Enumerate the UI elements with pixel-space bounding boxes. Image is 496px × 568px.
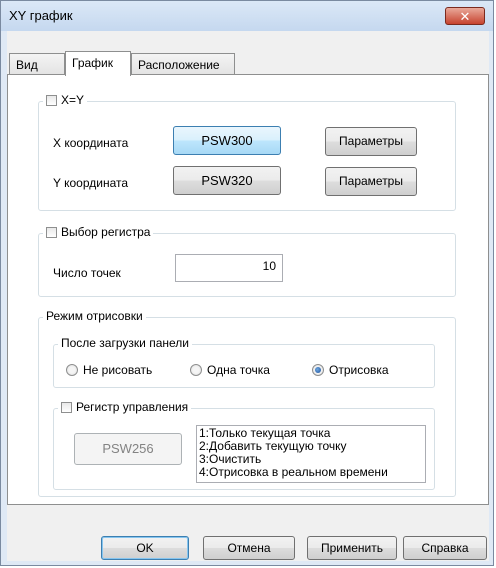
after-load-group: После загрузки панели Не рисовать Одна т… bbox=[53, 336, 435, 388]
tab-view[interactable]: Вид bbox=[9, 53, 65, 75]
close-button[interactable]: ✕ bbox=[445, 7, 485, 25]
control-commands-list[interactable]: 1:Только текущая точка 2:Добавить текущу… bbox=[196, 425, 426, 483]
register-select-checkbox[interactable] bbox=[46, 226, 57, 238]
x-coord-label: X координата bbox=[53, 136, 129, 150]
control-register-caption: Регистр управления bbox=[58, 400, 192, 414]
dialog-client: Вид График Расположение X=Y X координата… bbox=[7, 31, 489, 561]
radio-one-point[interactable]: Одна точка bbox=[190, 363, 270, 377]
radio-draw[interactable]: Отрисовка bbox=[312, 363, 389, 377]
radio-label: Одна точка bbox=[207, 363, 270, 377]
draw-mode-caption: Режим отрисовки bbox=[43, 309, 146, 323]
window-title: XY график bbox=[9, 8, 73, 23]
ok-button[interactable]: OK bbox=[101, 536, 189, 560]
radio-button[interactable] bbox=[66, 364, 78, 376]
close-icon: ✕ bbox=[459, 9, 471, 24]
radio-no-draw[interactable]: Не рисовать bbox=[66, 363, 152, 377]
draw-mode-label: Режим отрисовки bbox=[46, 309, 143, 323]
control-register-label: Регистр управления bbox=[76, 400, 189, 414]
radio-button-selected[interactable] bbox=[312, 364, 324, 376]
apply-button[interactable]: Применить bbox=[307, 536, 397, 560]
xy-group-caption: X=Y bbox=[43, 93, 88, 107]
points-count-input[interactable]: 10 bbox=[175, 254, 283, 282]
radio-label: Отрисовка bbox=[329, 363, 389, 377]
y-coord-label: Y координата bbox=[53, 176, 129, 190]
cancel-button[interactable]: Отмена bbox=[203, 536, 295, 560]
tab-label: График bbox=[72, 56, 113, 70]
after-load-label: После загрузки панели bbox=[61, 336, 189, 350]
points-count-label: Число точек bbox=[53, 266, 121, 280]
radio-button[interactable] bbox=[190, 364, 202, 376]
x-register-button[interactable]: PSW300 bbox=[173, 126, 281, 155]
control-register-button[interactable]: PSW256 bbox=[74, 433, 182, 465]
after-load-caption: После загрузки панели bbox=[58, 336, 192, 350]
draw-mode-group: Режим отрисовки После загрузки панели Не… bbox=[38, 309, 456, 497]
y-params-button[interactable]: Параметры bbox=[325, 167, 417, 196]
radio-label: Не рисовать bbox=[83, 363, 153, 377]
register-select-label: Выбор регистра bbox=[61, 225, 151, 239]
dialog-window: XY график ✕ Вид График Расположение X=Y … bbox=[0, 0, 494, 566]
tab-label: Вид bbox=[16, 58, 38, 72]
title-bar[interactable]: XY график ✕ bbox=[1, 1, 493, 31]
control-register-group: Регистр управления PSW256 1:Только текущ… bbox=[53, 400, 435, 490]
help-button[interactable]: Справка bbox=[403, 536, 487, 560]
control-register-checkbox[interactable] bbox=[61, 401, 72, 413]
tab-layout[interactable]: Расположение bbox=[131, 53, 235, 75]
xy-group: X=Y X координата PSW300 Параметры Y коор… bbox=[38, 93, 456, 211]
y-register-button[interactable]: PSW320 bbox=[173, 166, 281, 195]
tab-graph[interactable]: График bbox=[65, 51, 131, 76]
tab-label: Расположение bbox=[138, 58, 220, 72]
register-group: Выбор регистра Число точек 10 bbox=[38, 225, 456, 297]
list-item: 4:Отрисовка в реальном времени bbox=[199, 465, 388, 479]
xy-equal-checkbox[interactable] bbox=[46, 94, 57, 106]
xy-equal-label: X=Y bbox=[61, 93, 85, 107]
x-params-button[interactable]: Параметры bbox=[325, 127, 417, 156]
register-group-caption: Выбор регистра bbox=[43, 225, 154, 239]
tab-panel-graph: X=Y X координата PSW300 Параметры Y коор… bbox=[7, 74, 489, 505]
